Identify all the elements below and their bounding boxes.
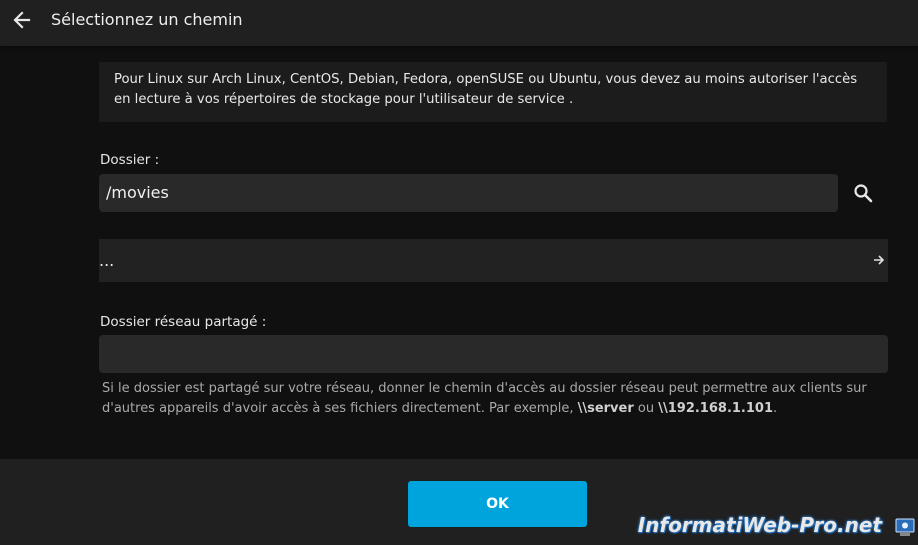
help-example-ip: \\192.168.1.101	[658, 401, 773, 416]
info-box: Pour Linux sur Arch Linux, CentOS, Debia…	[99, 62, 887, 122]
watermark-logo-icon	[895, 518, 915, 536]
search-icon	[854, 184, 873, 203]
info-text: Pour Linux sur Arch Linux, CentOS, Debia…	[114, 72, 858, 107]
network-help-text: Si le dossier est partagé sur votre rése…	[102, 379, 892, 419]
network-folder-input[interactable]	[99, 335, 888, 373]
page-title: Sélectionnez un chemin	[51, 10, 243, 29]
folder-input-value: /movies	[106, 183, 169, 202]
arrow-right-icon	[874, 255, 885, 265]
arrow-left-icon	[13, 11, 31, 29]
folder-input[interactable]: /movies	[99, 174, 838, 212]
back-button[interactable]	[8, 6, 36, 34]
network-folder-label: Dossier réseau partagé :	[100, 314, 267, 330]
watermark-text: InformatiWeb-Pro.net	[637, 513, 882, 537]
help-text-end: .	[773, 401, 778, 416]
parent-folder-row[interactable]: ...	[99, 239, 888, 282]
help-example-server: \\server	[577, 401, 634, 416]
search-button[interactable]	[848, 178, 878, 208]
ok-button[interactable]: OK	[408, 481, 587, 527]
parent-folder-label: ...	[99, 251, 115, 270]
help-text-separator: ou	[633, 401, 659, 416]
folder-label: Dossier :	[100, 152, 160, 168]
dialog-header: Sélectionnez un chemin	[0, 0, 918, 46]
